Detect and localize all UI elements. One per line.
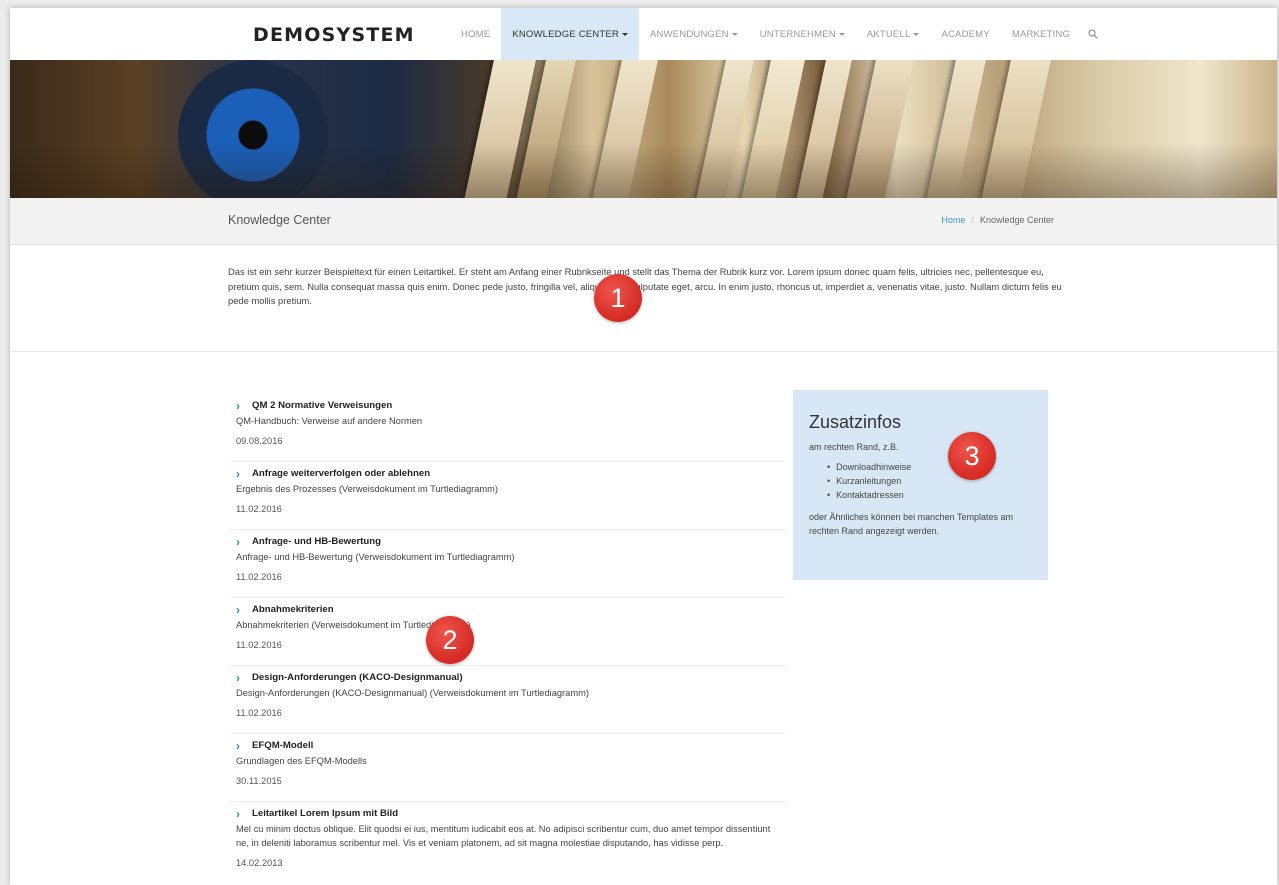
main-nav: HOME KNOWLEDGE CENTER ANWENDUNGEN UNTERN…	[450, 8, 1105, 60]
article-title: Abnahmekriterien	[252, 604, 334, 615]
list-item: › Abnahmekriterien Abnahmekriterien (Verw…	[228, 598, 788, 666]
section-divider	[10, 351, 1277, 352]
article-title: QM 2 Normative Verweisungen	[252, 400, 393, 411]
article-date: 11.02.2016	[236, 572, 282, 582]
article-description: Mel cu minim doctus oblique. Elit quodsi…	[236, 824, 771, 848]
annotation-marker-3: 3	[948, 432, 996, 480]
breadcrumb-separator: /	[971, 215, 974, 225]
nav-aktuell[interactable]: AKTUELL	[856, 8, 931, 60]
chevron-right-icon: ›	[236, 398, 240, 413]
info-sidebar: Zusatzinfos am rechten Rand, z.B. Downlo…	[793, 390, 1048, 580]
nav-academy-label: ACADEMY	[941, 28, 990, 40]
nav-aktuell-label: AKTUELL	[866, 28, 911, 40]
list-item: › Design-Anforderungen (KACO-Designmanual…	[228, 666, 788, 734]
article-title-link[interactable]: › EFQM-Modell	[236, 738, 780, 753]
list-item: › Leitartikel Lorem Ipsum mit Bild Mel cu…	[228, 802, 788, 869]
nav-knowledge-center-label: KNOWLEDGE CENTER	[512, 28, 619, 40]
page-title: Knowledge Center	[228, 213, 331, 227]
article-title-link[interactable]: › Leitartikel Lorem Ipsum mit Bild	[236, 806, 780, 821]
chevron-right-icon: ›	[236, 534, 240, 549]
article-title: Anfrage- und HB-Bewertung	[252, 536, 381, 547]
article-date: 11.02.2016	[236, 504, 282, 514]
article-list: › QM 2 Normative Verweisungen QM-Handbuch…	[228, 394, 788, 868]
article-description: Ergebnis des Prozesses (Verweisdokument …	[236, 484, 498, 494]
nav-home[interactable]: HOME	[450, 8, 501, 60]
chevron-right-icon: ›	[236, 602, 240, 617]
search-icon[interactable]	[1081, 8, 1105, 60]
breadcrumb-current: Knowledge Center	[979, 215, 1054, 225]
nav-anwendungen-label: ANWENDUNGEN	[649, 28, 729, 40]
article-title: Leitartikel Lorem Ipsum mit Bild	[252, 808, 399, 819]
chevron-right-icon: ›	[236, 466, 240, 481]
article-title: EFQM-Modell	[252, 740, 314, 751]
breadcrumb: Home / Knowledge Center	[941, 215, 1054, 225]
article-date: 30.11.2015	[236, 776, 282, 786]
list-item: › Anfrage- und HB-Bewertung Anfrage- und …	[228, 530, 788, 598]
article-description: Design-Anforderungen (KACO-Designmanual)…	[236, 688, 589, 698]
list-item: › Anfrage weiterverfolgen oder ablehnen E…	[228, 462, 788, 530]
nav-knowledge-center[interactable]: KNOWLEDGE CENTER	[501, 8, 639, 60]
sidebar-list-item: Downloadhinweise	[827, 460, 1032, 474]
nav-marketing-label: MARKETING	[1011, 28, 1071, 40]
article-title-link[interactable]: › Anfrage weiterverfolgen oder ablehnen	[236, 466, 780, 481]
page-title-bar: Knowledge Center Home / Knowledge Center	[10, 198, 1277, 245]
nav-unternehmen-label: UNTERNEHMEN	[759, 28, 836, 40]
article-description: QM-Handbuch: Verweise auf andere Normen	[236, 416, 423, 426]
intro-text: Das ist ein sehr kurzer Beispieltext für…	[228, 266, 1062, 306]
sidebar-list-item: Kontaktadressen	[827, 488, 1032, 502]
nav-home-label: HOME	[461, 28, 491, 40]
sidebar-note: oder Ähnliches können bei manchen Templa…	[809, 512, 1013, 536]
caret-down-icon	[731, 32, 738, 36]
article-date: 14.02.2013	[236, 858, 283, 868]
chevron-right-icon: ›	[236, 738, 240, 753]
browser-page: DEMOSYSTEM HOME KNOWLEDGE CENTER ANWENDU…	[10, 8, 1277, 885]
caret-down-icon	[838, 32, 845, 36]
site-logo[interactable]: DEMOSYSTEM	[253, 24, 415, 46]
article-date: 11.02.2016	[236, 640, 282, 650]
nav-unternehmen[interactable]: UNTERNEHMEN	[749, 8, 856, 60]
article-title: Anfrage weiterverfolgen oder ablehnen	[252, 468, 431, 479]
chevron-right-icon: ›	[236, 806, 240, 821]
list-item: › EFQM-Modell Grundlagen des EFQM-Modells…	[228, 734, 788, 802]
nav-marketing[interactable]: MARKETING	[1001, 8, 1081, 60]
caret-down-icon	[913, 32, 920, 36]
chevron-right-icon: ›	[236, 670, 240, 685]
article-title: Design-Anforderungen (KACO-Designmanual)	[252, 672, 463, 683]
article-title-link[interactable]: › Abnahmekriterien	[236, 602, 780, 617]
article-description: Anfrage- und HB-Bewertung (Verweisdokume…	[236, 552, 515, 562]
sidebar-subtitle: am rechten Rand, z.B.	[809, 442, 899, 452]
annotation-marker-1: 1	[594, 274, 642, 322]
nav-anwendungen[interactable]: ANWENDUNGEN	[639, 8, 749, 60]
sidebar-list: Downloadhinweise Kurzanleitungen Kontakt…	[827, 460, 1032, 502]
caret-down-icon	[621, 32, 628, 36]
sidebar-list-item: Kurzanleitungen	[827, 474, 1032, 488]
article-date: 09.08.2016	[236, 436, 283, 446]
article-title-link[interactable]: › QM 2 Normative Verweisungen	[236, 398, 780, 413]
annotation-marker-2: 2	[426, 616, 474, 664]
hero-shade	[10, 60, 1277, 198]
hero-banner-image	[10, 60, 1277, 198]
article-description: Abnahmekriterien (Verweisdokument im Tur…	[236, 620, 471, 630]
article-description: Grundlagen des EFQM-Modells	[236, 756, 367, 766]
list-item: › QM 2 Normative Verweisungen QM-Handbuch…	[228, 394, 788, 462]
top-navbar: DEMOSYSTEM HOME KNOWLEDGE CENTER ANWENDU…	[10, 8, 1277, 60]
sidebar-title: Zusatzinfos	[809, 412, 902, 432]
article-date: 11.02.2016	[236, 708, 282, 718]
article-title-link[interactable]: › Anfrage- und HB-Bewertung	[236, 534, 780, 549]
nav-academy[interactable]: ACADEMY	[930, 8, 1000, 60]
breadcrumb-home-link[interactable]: Home	[941, 215, 965, 225]
article-title-link[interactable]: › Design-Anforderungen (KACO-Designmanual…	[236, 670, 780, 685]
